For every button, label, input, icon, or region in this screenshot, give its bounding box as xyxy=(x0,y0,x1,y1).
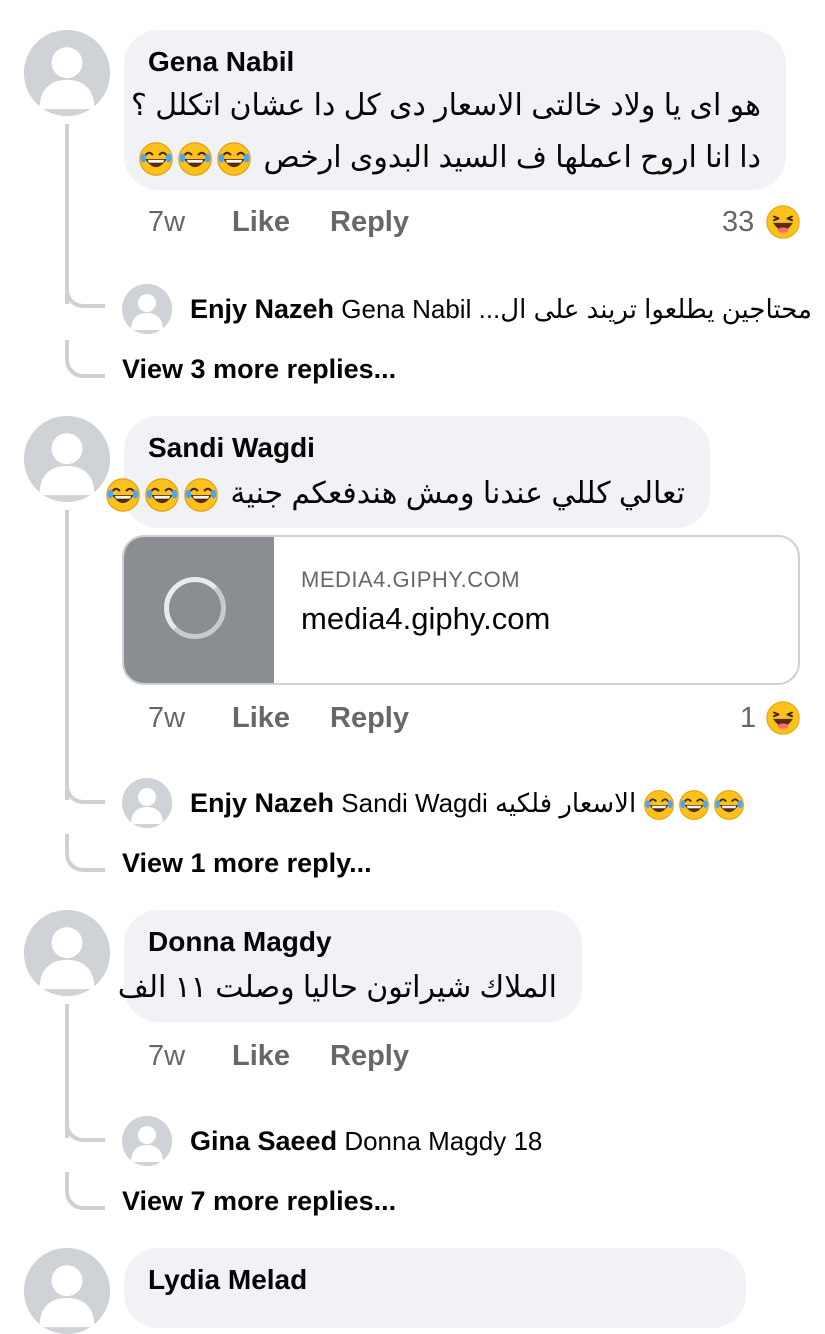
default-profile-icon xyxy=(122,778,172,828)
thread-connector xyxy=(65,834,105,872)
laughing-emoji-icon xyxy=(216,141,252,177)
laughing-emoji-icon xyxy=(105,477,141,513)
comment-text-line: هو اى يا ولاد خالتى الاسعار دى كل دا عشا… xyxy=(130,89,761,122)
comment-text-line: الملاك شيراتون حاليا وصلت ١١ الف xyxy=(117,971,557,1004)
comment-text: دا انا اروح اعملها ف السيد البدوى ارخص xyxy=(138,132,761,184)
reaction-count[interactable]: 33 xyxy=(722,206,754,239)
comment-author[interactable]: Donna Magdy xyxy=(148,926,332,958)
laughing-emoji-icon xyxy=(177,141,213,177)
comment-time[interactable]: 7w xyxy=(148,702,185,735)
laughing-emoji-icon xyxy=(183,477,219,513)
default-profile-icon xyxy=(24,30,110,116)
reply-text: 18 xyxy=(513,1126,543,1156)
laughing-emoji-icon xyxy=(138,141,174,177)
laughing-emoji-icon xyxy=(678,789,710,821)
comment-author[interactable]: Gena Nabil xyxy=(148,46,294,78)
laughing-emoji-icon xyxy=(713,789,745,821)
reply-mention[interactable]: Gena Nabil xyxy=(341,294,471,324)
reply-text: محتاجين يطلعوا تريند على ال... xyxy=(478,294,812,324)
comment-text: تعالي كللي عندنا ومش هندفعكم جنية xyxy=(105,468,685,520)
default-profile-icon xyxy=(122,1116,172,1166)
reply-author[interactable]: Gina Saeed xyxy=(190,1126,337,1156)
link-thumbnail xyxy=(124,537,274,683)
comment-author[interactable]: Sandi Wagdi xyxy=(148,432,315,464)
reply-button[interactable]: Reply xyxy=(330,702,409,735)
avatar[interactable] xyxy=(122,1116,172,1166)
comment-time[interactable]: 7w xyxy=(148,206,185,239)
comment-time[interactable]: 7w xyxy=(148,1040,185,1073)
comment-text: الملاك شيراتون حاليا وصلت ١١ الف xyxy=(118,962,557,1014)
default-profile-icon xyxy=(24,416,110,502)
thread-connector xyxy=(65,340,105,378)
view-more-replies[interactable]: View 1 more reply... xyxy=(122,848,372,879)
default-profile-icon xyxy=(122,284,172,334)
haha-reaction-icon[interactable] xyxy=(765,204,801,240)
reply-button[interactable]: Reply xyxy=(330,206,409,239)
comment-author[interactable]: Lydia Melad xyxy=(148,1264,307,1296)
reply-preview[interactable]: Enjy Nazeh Gena Nabil محتاجين يطلعوا تري… xyxy=(190,294,812,325)
laughing-emoji-icon xyxy=(144,477,180,513)
haha-reaction-icon[interactable] xyxy=(765,700,801,736)
view-more-replies[interactable]: View 3 more replies... xyxy=(122,354,396,385)
thread-connector xyxy=(65,766,105,804)
view-more-replies[interactable]: View 7 more replies... xyxy=(122,1186,396,1217)
thread-connector xyxy=(65,1104,105,1142)
laughing-emoji-icon xyxy=(643,789,675,821)
thread-connector xyxy=(65,270,105,308)
like-button[interactable]: Like xyxy=(232,206,290,239)
avatar[interactable] xyxy=(24,910,110,996)
avatar[interactable] xyxy=(122,284,172,334)
like-button[interactable]: Like xyxy=(232,1040,290,1073)
avatar[interactable] xyxy=(24,1248,110,1334)
reply-author[interactable]: Enjy Nazeh xyxy=(190,294,334,324)
default-profile-icon xyxy=(24,1248,110,1334)
link-preview-card[interactable]: MEDIA4.GIPHY.COM media4.giphy.com xyxy=(122,535,800,685)
link-title[interactable]: media4.giphy.com xyxy=(301,601,550,637)
link-domain: MEDIA4.GIPHY.COM xyxy=(301,567,521,592)
avatar[interactable] xyxy=(24,416,110,502)
default-profile-icon xyxy=(24,910,110,996)
thread-connector xyxy=(65,1172,105,1210)
thread-line xyxy=(65,510,69,800)
comment-text-line: تعالي كللي عندنا ومش هندفعكم جنية xyxy=(230,477,685,510)
comment-text-line: دا انا اروح اعملها ف السيد البدوى ارخص xyxy=(263,141,761,174)
like-button[interactable]: Like xyxy=(232,702,290,735)
reply-preview[interactable]: Enjy Nazeh Sandi Wagdi الاسعار فلكيه xyxy=(190,788,748,821)
reply-button[interactable]: Reply xyxy=(330,1040,409,1073)
loading-spinner-arc xyxy=(164,577,226,639)
reply-mention[interactable]: Sandi Wagdi xyxy=(341,788,487,818)
reply-preview[interactable]: Gina Saeed Donna Magdy 18 xyxy=(190,1126,542,1157)
comment-text: هو اى يا ولاد خالتى الاسعار دى كل دا عشا… xyxy=(131,80,761,132)
reply-text: الاسعار فلكيه xyxy=(494,788,637,818)
reply-mention[interactable]: Donna Magdy xyxy=(344,1126,506,1156)
avatar[interactable] xyxy=(122,778,172,828)
avatar[interactable] xyxy=(24,30,110,116)
reaction-count[interactable]: 1 xyxy=(740,702,756,735)
reply-author[interactable]: Enjy Nazeh xyxy=(190,788,334,818)
